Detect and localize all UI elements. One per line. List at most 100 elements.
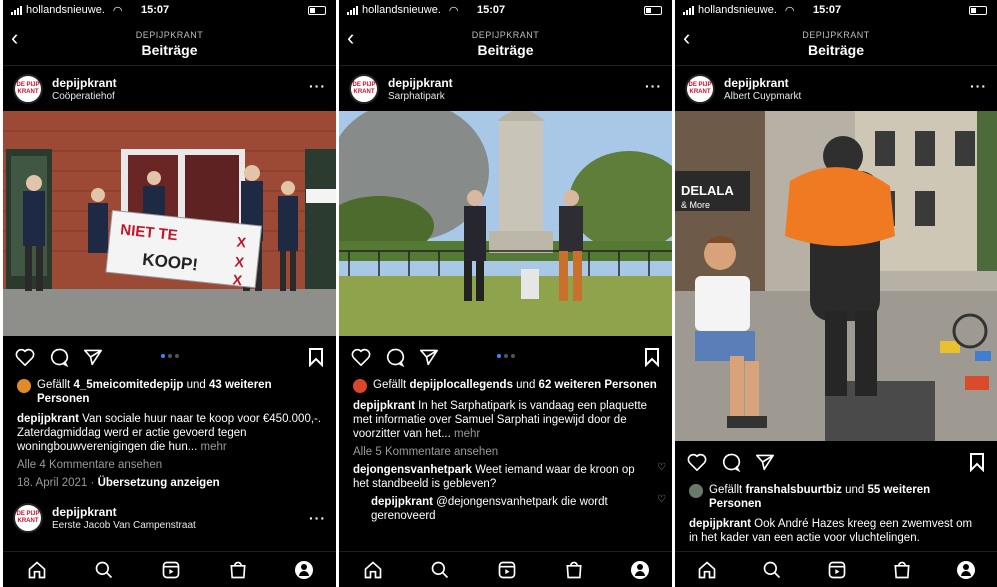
avatar[interactable]: DE PIJP KRANT xyxy=(349,73,379,104)
post-username[interactable]: depijpkrant xyxy=(52,505,196,519)
likes-count[interactable]: 62 weiteren Personen xyxy=(539,379,657,391)
post-location[interactable]: Sarphatipark xyxy=(388,91,453,102)
comment-username[interactable]: depijpkrant xyxy=(371,496,433,508)
header-subtitle: DEPIJPKRANT xyxy=(471,30,540,40)
battery-icon xyxy=(308,6,326,15)
comment-heart-icon[interactable]: ♡ xyxy=(657,493,666,507)
liker-avatar[interactable] xyxy=(689,484,703,498)
avatar[interactable]: DE PIJP KRANT xyxy=(13,73,43,104)
more-link[interactable]: mehr xyxy=(451,428,480,440)
park-monument-photo xyxy=(339,111,672,336)
status-bar: hollandsnieuwe. ◠ 15:07 xyxy=(3,0,336,20)
caption-username[interactable]: depijpkrant xyxy=(17,413,79,425)
post-photo[interactable] xyxy=(339,111,672,336)
likes-line: Gefällt 4_5meicomitedepijp und 43 weiter… xyxy=(3,378,336,406)
caption-username[interactable]: depijpkrant xyxy=(353,400,415,412)
page-header: ‹ DEPIJPKRANT Beiträge xyxy=(339,20,672,66)
share-icon[interactable] xyxy=(419,348,439,366)
comment-reply: depijpkrant @dejongensvanhetpark die wor… xyxy=(339,491,672,523)
reels-icon[interactable] xyxy=(827,560,847,580)
more-icon[interactable]: ··· xyxy=(645,78,662,94)
wifi-icon: ◠ xyxy=(448,4,459,17)
shop-icon[interactable] xyxy=(228,560,248,580)
post-actions xyxy=(3,336,336,378)
profile-icon[interactable] xyxy=(294,560,313,579)
more-link[interactable]: mehr xyxy=(197,441,227,453)
heart-icon[interactable] xyxy=(15,348,35,366)
post-meta: 18. April 2021 · Übersetzung anzeigen xyxy=(17,477,220,489)
search-icon[interactable] xyxy=(762,560,782,580)
phone-screen-1: hollandsnieuwe. ◠ 15:07 ‹ DEPIJPKRANT Be… xyxy=(3,0,336,587)
post-location[interactable]: Coöperatiehof xyxy=(52,91,117,102)
reels-icon[interactable] xyxy=(161,560,181,580)
bottom-nav xyxy=(339,551,672,587)
post-caption: depijpkrant Van sociale huur naar te koo… xyxy=(3,406,336,454)
status-time: 15:07 xyxy=(813,4,842,16)
home-icon[interactable] xyxy=(363,560,383,580)
liker-avatar[interactable] xyxy=(353,379,367,393)
more-icon[interactable]: ··· xyxy=(309,78,326,94)
caption-username[interactable]: depijpkrant xyxy=(689,518,751,530)
carrier: hollandsnieuwe. ◠ xyxy=(347,4,459,17)
carrier: hollandsnieuwe. ◠ xyxy=(11,4,123,17)
header-subtitle: DEPIJPKRANT xyxy=(802,30,870,40)
status-bar: hollandsnieuwe. ◠ 15:07 xyxy=(675,0,997,20)
header-subtitle: DEPIJPKRANT xyxy=(135,30,204,40)
post-date: 18. April 2021 xyxy=(17,477,88,489)
profile-icon[interactable] xyxy=(630,560,649,579)
search-icon[interactable] xyxy=(94,560,114,580)
liker-username[interactable]: franshalsbuurtbiz xyxy=(745,484,841,496)
shop-icon[interactable] xyxy=(564,560,584,580)
heart-icon[interactable] xyxy=(687,453,707,471)
avatar[interactable]: DE PIJP KRANT xyxy=(685,73,715,104)
comment-icon[interactable] xyxy=(385,347,405,367)
profile-icon[interactable] xyxy=(956,560,975,579)
shop-icon[interactable] xyxy=(892,560,912,580)
translate-link[interactable]: Übersetzung anzeigen xyxy=(98,477,220,489)
shop-sign-text: DELALA xyxy=(681,183,734,198)
share-icon[interactable] xyxy=(755,453,775,471)
post-location[interactable]: Eerste Jacob Van Campenstraat xyxy=(52,520,196,531)
comment-icon[interactable] xyxy=(49,347,69,367)
post-header: DE PIJP KRANT depijpkrant Coöperatiehof … xyxy=(3,66,336,111)
carousel-dots xyxy=(496,354,515,358)
search-icon[interactable] xyxy=(430,560,450,580)
bookmark-icon[interactable] xyxy=(308,347,324,367)
post-username[interactable]: depijpkrant xyxy=(52,76,117,90)
share-icon[interactable] xyxy=(83,348,103,366)
liker-username[interactable]: 4_5meicomitedepijp xyxy=(73,379,183,391)
more-icon[interactable]: ··· xyxy=(970,78,987,94)
home-icon[interactable] xyxy=(697,560,717,580)
home-icon[interactable] xyxy=(27,560,47,580)
avatar-text-2: KRANT xyxy=(17,88,39,95)
avatar[interactable]: DE PIJP KRANT xyxy=(13,503,43,533)
post-username[interactable]: depijpkrant xyxy=(388,76,453,90)
page-header: ‹ DEPIJPKRANT Beiträge xyxy=(675,20,997,66)
comment-icon[interactable] xyxy=(721,452,741,472)
post-photo[interactable]: DELALA & More xyxy=(675,111,997,441)
post-photo[interactable]: NIET TE KOOP! X X X xyxy=(3,111,336,336)
phone-screen-3: hollandsnieuwe. ◠ 15:07 ‹ DEPIJPKRANT Be… xyxy=(675,0,997,587)
post-username[interactable]: depijpkrant xyxy=(724,76,801,90)
bottom-nav xyxy=(3,551,336,587)
comment-username[interactable]: dejongensvanhetpark xyxy=(353,464,472,476)
reels-icon[interactable] xyxy=(497,560,517,580)
comment-heart-icon[interactable]: ♡ xyxy=(657,461,666,475)
liker-avatar[interactable] xyxy=(17,379,31,393)
more-icon[interactable]: ··· xyxy=(309,510,326,526)
bookmark-icon[interactable] xyxy=(644,347,660,367)
carrier-name: hollandsnieuwe. xyxy=(26,4,105,16)
carrier-name: hollandsnieuwe. xyxy=(362,4,441,16)
comment: dejongensvanhetpark Weet iemand waar de … xyxy=(339,459,672,491)
post-caption: depijpkrant In het Sarphatipark is vanda… xyxy=(339,393,672,441)
header-title: Beiträge xyxy=(141,42,198,58)
wifi-icon: ◠ xyxy=(112,4,123,17)
heart-icon[interactable] xyxy=(351,348,371,366)
battery-icon xyxy=(969,6,987,15)
liker-username[interactable]: depijplocallegends xyxy=(409,379,513,391)
bookmark-icon[interactable] xyxy=(969,452,985,472)
post-location[interactable]: Albert Cuypmarkt xyxy=(724,91,801,102)
phone-screen-2: hollandsnieuwe. ◠ 15:07 ‹ DEPIJPKRANT Be… xyxy=(339,0,672,587)
view-comments-link[interactable]: Alle 5 Kommentare ansehen xyxy=(339,441,672,459)
view-comments-link[interactable]: Alle 4 Kommentare ansehen xyxy=(3,454,336,472)
